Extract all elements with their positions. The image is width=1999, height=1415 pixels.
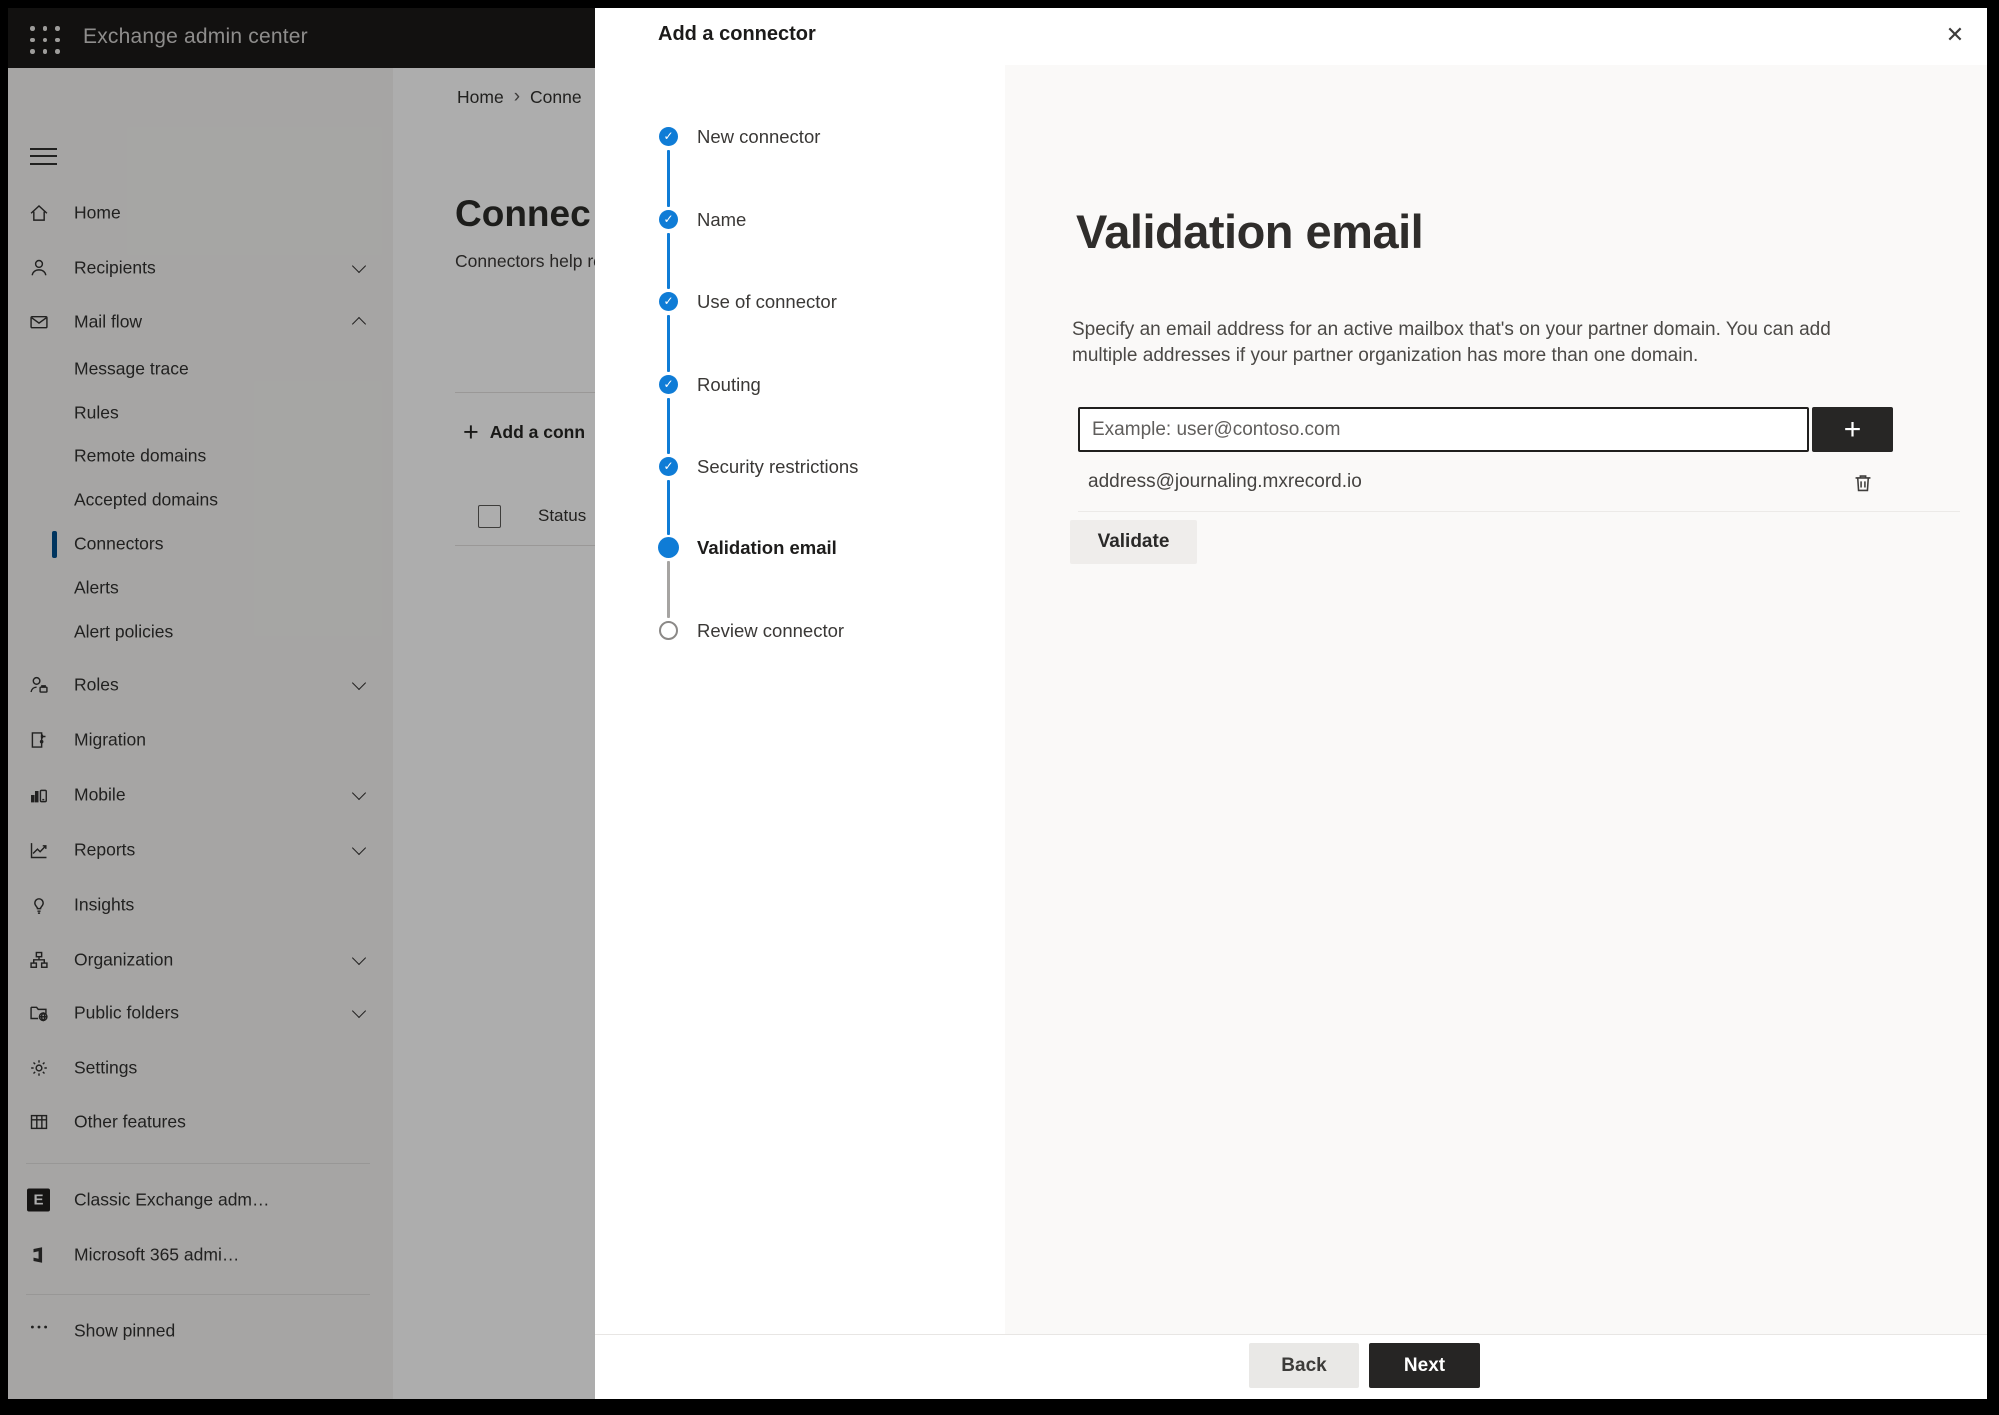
step-connector-line <box>667 561 670 618</box>
address-value: address@journaling.mxrecord.io <box>1088 471 1362 492</box>
step-label: Routing <box>697 374 761 395</box>
step-completed-icon <box>659 375 678 394</box>
wizard-step-security-restrictions[interactable]: Security restrictions <box>595 454 1005 480</box>
validate-button[interactable]: Validate <box>1070 520 1197 564</box>
step-heading: Validation email <box>1076 205 1424 259</box>
close-icon[interactable]: ✕ <box>1937 17 1973 53</box>
wizard-step-review-connector[interactable]: Review connector <box>595 618 1005 644</box>
step-completed-icon <box>659 292 678 311</box>
wizard-step-validation-email[interactable]: Validation email <box>595 535 1005 561</box>
step-connector-line <box>667 150 670 207</box>
step-label: Use of connector <box>697 291 837 312</box>
wizard-step-routing[interactable]: Routing <box>595 372 1005 398</box>
email-address-input[interactable] <box>1078 407 1809 452</box>
step-label: Name <box>697 209 747 230</box>
validation-email-panel: Validation email Specify an email addres… <box>1005 65 1987 1335</box>
wizard-step-use-of-connector[interactable]: Use of connector <box>595 289 1005 315</box>
wizard-step-name[interactable]: Name <box>595 207 1005 233</box>
step-connector-line <box>667 315 670 372</box>
step-completed-icon <box>659 127 678 146</box>
step-connector-line <box>667 398 670 454</box>
step-label: Validation email <box>697 537 837 558</box>
step-connector-line <box>667 480 670 535</box>
wizard-step-new-connector[interactable]: New connector <box>595 124 1005 150</box>
exchange-admin-window: Exchange admin center Home Recipients Ma… <box>8 8 1987 1399</box>
add-address-button[interactable]: + <box>1812 407 1893 452</box>
dialog-header: Add a connector ✕ <box>595 8 1987 66</box>
step-label: New connector <box>697 126 821 147</box>
add-connector-dialog: Add a connector ✕ New connector Name Use… <box>595 8 1987 1399</box>
back-button[interactable]: Back <box>1249 1343 1359 1388</box>
address-list-item: address@journaling.mxrecord.io <box>1005 467 1987 501</box>
dialog-title: Add a connector <box>658 23 816 45</box>
step-label: Security restrictions <box>697 456 859 477</box>
section-divider <box>1078 511 1960 512</box>
step-label: Review connector <box>697 620 845 641</box>
dialog-footer: Back Next <box>595 1334 1987 1399</box>
step-completed-icon <box>659 210 678 229</box>
step-description: Specify an email address for an active m… <box>1072 319 1831 366</box>
delete-address-button[interactable] <box>1847 467 1879 499</box>
step-completed-icon <box>659 457 678 476</box>
next-button[interactable]: Next <box>1369 1343 1480 1388</box>
wizard-steps: New connector Name Use of connector Rout… <box>595 65 1006 1335</box>
step-current-icon <box>658 537 679 558</box>
trash-icon <box>1847 471 1879 495</box>
step-upcoming-icon <box>659 621 678 640</box>
step-connector-line <box>667 233 670 289</box>
